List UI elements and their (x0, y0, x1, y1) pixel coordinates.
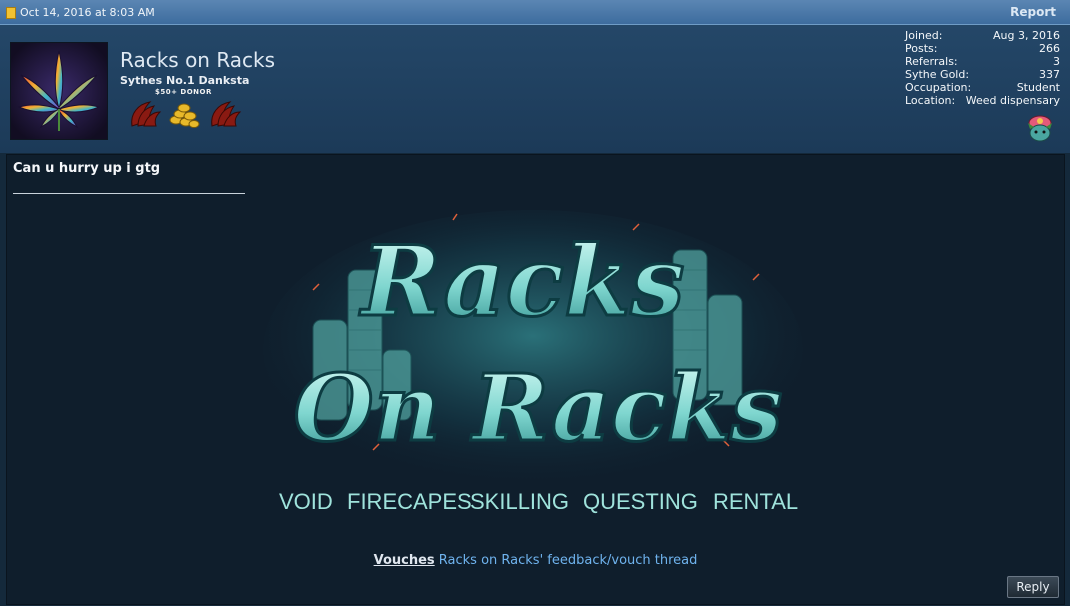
service-rental: RENTAL (713, 489, 798, 514)
stat-value: 3 (1053, 55, 1060, 68)
stat-referrals: Referrals: 3 (905, 55, 1060, 68)
stat-joined: Joined: Aug 3, 2016 (905, 29, 1060, 42)
gold-coins-icon (169, 103, 200, 128)
stat-value: Aug 3, 2016 (993, 29, 1060, 42)
banner-title-line1: Racks (358, 225, 684, 338)
service-skilling: SKILLING (470, 489, 569, 514)
vouch-thread-link[interactable]: Racks on Racks' feedback/vouch thread (439, 553, 698, 568)
stat-occupation: Occupation: Student (905, 81, 1060, 94)
post-icon (6, 7, 16, 19)
report-link[interactable]: Report (1010, 5, 1056, 19)
reply-button[interactable]: Reply (1007, 576, 1059, 598)
user-title: Sythes No.1 Danksta (120, 74, 250, 87)
award-icons (128, 96, 244, 132)
stat-location: Location: Weed dispensary (905, 94, 1060, 107)
post-message: Can u hurry up i gtg Racks On Racks VOID… (6, 154, 1065, 605)
signature-banner: Racks On Racks VOID FIRECAPES SKILLING Q… (253, 200, 813, 520)
signature-divider (13, 193, 245, 194)
avatar[interactable] (10, 42, 108, 140)
signature-footer: Vouches Racks on Racks' feedback/vouch t… (7, 553, 1064, 568)
stat-label: Joined: (905, 29, 943, 42)
post-date: Oct 14, 2016 at 8:03 AM (20, 6, 155, 19)
user-info: Racks on Racks Sythes No.1 Danksta $50+ … (0, 25, 1070, 153)
stat-value: Weed dispensary (965, 94, 1060, 107)
banner-title-line2: On Racks (294, 354, 783, 462)
stat-gold: Sythe Gold: 337 (905, 68, 1060, 81)
stat-label: Location: (905, 94, 956, 107)
stat-label: Referrals: (905, 55, 958, 68)
pet-icon (1024, 111, 1056, 143)
stat-posts: Posts: 266 (905, 42, 1060, 55)
forum-post: Oct 14, 2016 at 8:03 AM Report Racks on … (0, 0, 1070, 606)
donor-badge: $50+ DONOR (155, 88, 212, 96)
stat-label: Posts: (905, 42, 938, 55)
claw-left-icon (131, 101, 162, 127)
stat-value: 337 (1039, 68, 1060, 81)
stat-label: Sythe Gold: (905, 68, 970, 81)
username[interactable]: Racks on Racks (120, 48, 275, 72)
service-void: VOID (279, 489, 333, 514)
cannabis-leaf-icon (11, 43, 107, 139)
service-firecapes: FIRECAPES (347, 489, 472, 514)
post-message-text: Can u hurry up i gtg (13, 161, 161, 176)
vouches-label: Vouches (373, 553, 435, 568)
stat-value: Student (1016, 81, 1060, 94)
stat-label: Occupation: (905, 81, 972, 94)
stat-value: 266 (1039, 42, 1060, 55)
claw-right-icon (211, 101, 242, 127)
user-stats: Joined: Aug 3, 2016 Posts: 266 Referrals: 3… (905, 29, 1060, 107)
post-header-bar: Oct 14, 2016 at 8:03 AM Report (0, 0, 1070, 25)
service-questing: QUESTING (583, 489, 698, 514)
